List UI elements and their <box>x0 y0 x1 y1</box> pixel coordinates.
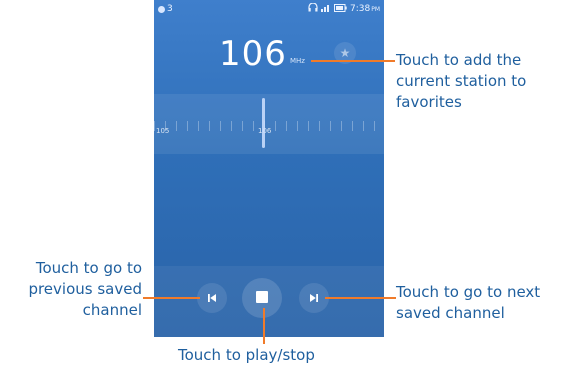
favorite-annotation: Touch to add the current station to favo… <box>396 51 527 111</box>
star-icon: ★ <box>339 46 351 60</box>
play-stop-annotation: Touch to play/stop <box>178 346 315 364</box>
clock-time: 7:38 <box>349 4 371 14</box>
battery-icon <box>333 1 347 19</box>
favorite-leader-line <box>311 60 395 62</box>
notification-count: 3 <box>167 4 173 14</box>
tuner-needle[interactable] <box>262 98 265 148</box>
status-bar: 3 7:38PM <box>154 0 384 18</box>
clock: 7:38PM <box>350 0 380 19</box>
headphones-icon <box>308 1 318 19</box>
next-annotation: Touch to go to next saved channel <box>396 283 541 322</box>
skip-next-icon <box>308 289 320 308</box>
previous-channel-button[interactable] <box>197 283 227 313</box>
clock-ampm: PM <box>371 6 380 13</box>
status-right: 7:38PM <box>308 0 380 19</box>
notification-icon <box>158 5 165 13</box>
status-left: 3 <box>158 0 173 18</box>
play-stop-leader-line <box>263 308 265 344</box>
next-leader-line <box>325 297 396 299</box>
signal-icon <box>320 1 331 19</box>
play-stop-button[interactable] <box>242 278 282 318</box>
frequency-unit: MHz <box>290 57 305 65</box>
tuner-dial[interactable]: 105 106 <box>154 94 384 154</box>
previous-leader-line <box>143 297 200 299</box>
stop-icon <box>255 289 269 308</box>
skip-previous-icon <box>206 289 218 308</box>
previous-annotation: Touch to go to previous saved channel <box>28 259 142 319</box>
radio-screen: 3 7:38PM 106 MHz ★ 105 <box>154 0 384 337</box>
frequency-display: 106 <box>219 34 287 74</box>
tuner-label-105: 105 <box>156 127 170 135</box>
